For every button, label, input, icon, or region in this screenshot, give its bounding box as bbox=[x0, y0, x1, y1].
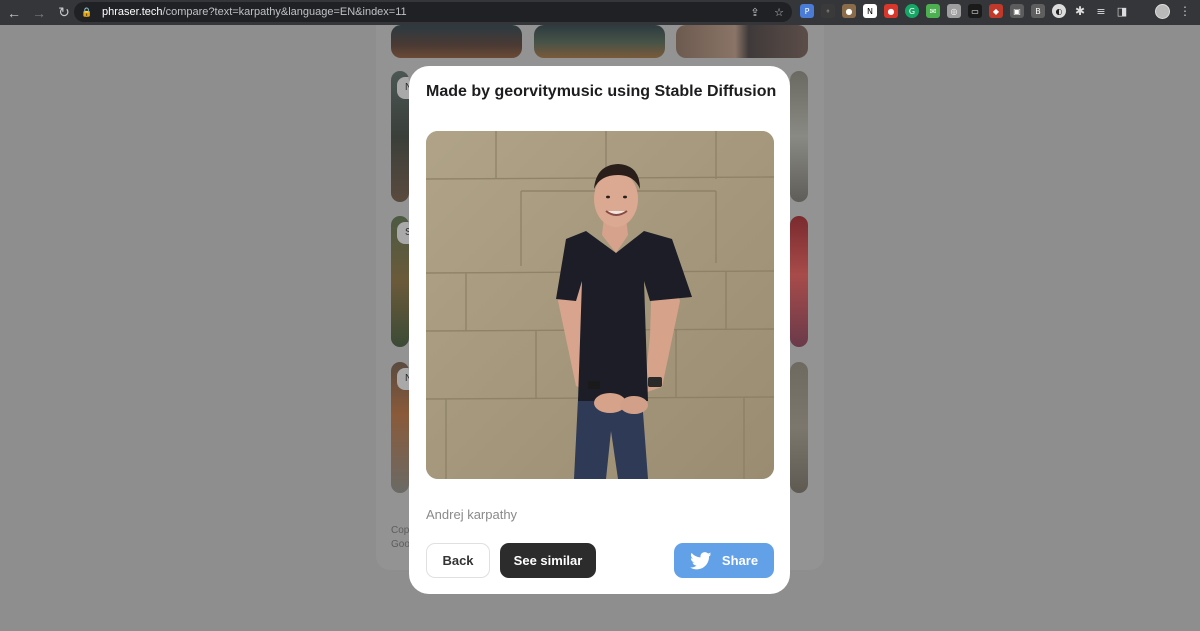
extension-icon[interactable]: N bbox=[863, 4, 877, 18]
gallery-tile[interactable]: S bbox=[391, 216, 409, 347]
extension-icon[interactable]: ▣ bbox=[1010, 4, 1024, 18]
gallery-tile[interactable] bbox=[534, 25, 665, 58]
share-button[interactable]: Share bbox=[674, 543, 774, 578]
gallery-tile[interactable]: N bbox=[391, 71, 409, 202]
extension-icon[interactable]: ● bbox=[842, 4, 856, 18]
gallery-tile[interactable] bbox=[391, 25, 522, 58]
extension-icon[interactable]: B bbox=[1031, 4, 1045, 18]
portrait-illustration bbox=[426, 131, 774, 479]
more-menu-icon[interactable]: ⋮ bbox=[1179, 4, 1191, 18]
gallery-tile[interactable] bbox=[676, 25, 808, 58]
address-bar[interactable]: 🔒 phraser.tech/compare?text=karpathy&lan… bbox=[74, 2, 792, 22]
extensions-icon[interactable]: ✱ bbox=[1073, 4, 1087, 18]
tile-label: N bbox=[397, 368, 409, 390]
extension-icon[interactable]: ▭ bbox=[968, 4, 982, 18]
share-icon[interactable]: ⇪ bbox=[748, 4, 762, 20]
generated-image bbox=[426, 131, 774, 479]
extension-icon[interactable]: ◎ bbox=[947, 4, 961, 18]
sidebar-icon[interactable]: ◨ bbox=[1115, 4, 1129, 18]
extension-icon[interactable]: P bbox=[800, 4, 814, 18]
extension-icon[interactable]: ◆ bbox=[989, 4, 1003, 18]
tile-label: S bbox=[397, 222, 409, 244]
footer-link: Goo bbox=[391, 539, 410, 550]
extension-icon[interactable]: ◐ bbox=[1052, 4, 1066, 18]
url-text[interactable]: phraser.tech/compare?text=karpathy&langu… bbox=[102, 6, 407, 18]
see-similar-button[interactable]: See similar bbox=[500, 543, 596, 578]
reload-icon[interactable]: ↻ bbox=[53, 2, 75, 24]
share-label: Share bbox=[721, 553, 759, 568]
gallery-tile[interactable] bbox=[790, 216, 808, 347]
extension-icon[interactable]: ✉ bbox=[926, 4, 940, 18]
browser-toolbar: ← → ↻ 🔒 phraser.tech/compare?text=karpat… bbox=[0, 0, 1200, 25]
gallery-tile[interactable] bbox=[790, 362, 808, 493]
gallery-tile[interactable] bbox=[790, 71, 808, 202]
playlist-icon[interactable]: ≡ bbox=[1094, 4, 1108, 18]
star-icon[interactable]: ☆ bbox=[772, 4, 786, 20]
extension-icon[interactable]: ● bbox=[884, 4, 898, 18]
footer-copyright: Cop bbox=[391, 525, 410, 536]
image-caption: Andrej karpathy bbox=[426, 507, 518, 522]
forward-arrow-icon[interactable]: → bbox=[28, 2, 50, 24]
image-detail-modal: Made by georvitymusic using Stable Diffu… bbox=[409, 66, 790, 594]
tile-label: N bbox=[397, 77, 409, 99]
extension-icon[interactable]: ◦ bbox=[821, 4, 835, 18]
extension-icon[interactable]: G bbox=[905, 4, 919, 18]
gallery-tile[interactable]: N bbox=[391, 362, 409, 493]
back-arrow-icon[interactable]: ← bbox=[3, 2, 25, 24]
profile-avatar[interactable] bbox=[1155, 4, 1170, 19]
extensions-row: P ◦ ● N ● G ✉ ◎ ▭ ◆ ▣ B ◐ ✱ ≡ ◨ bbox=[800, 4, 1129, 18]
modal-title: Made by georvitymusic using Stable Diffu… bbox=[426, 83, 777, 100]
twitter-bird-icon bbox=[689, 551, 712, 569]
lock-icon: 🔒 bbox=[81, 6, 93, 17]
back-button[interactable]: Back bbox=[426, 543, 490, 578]
